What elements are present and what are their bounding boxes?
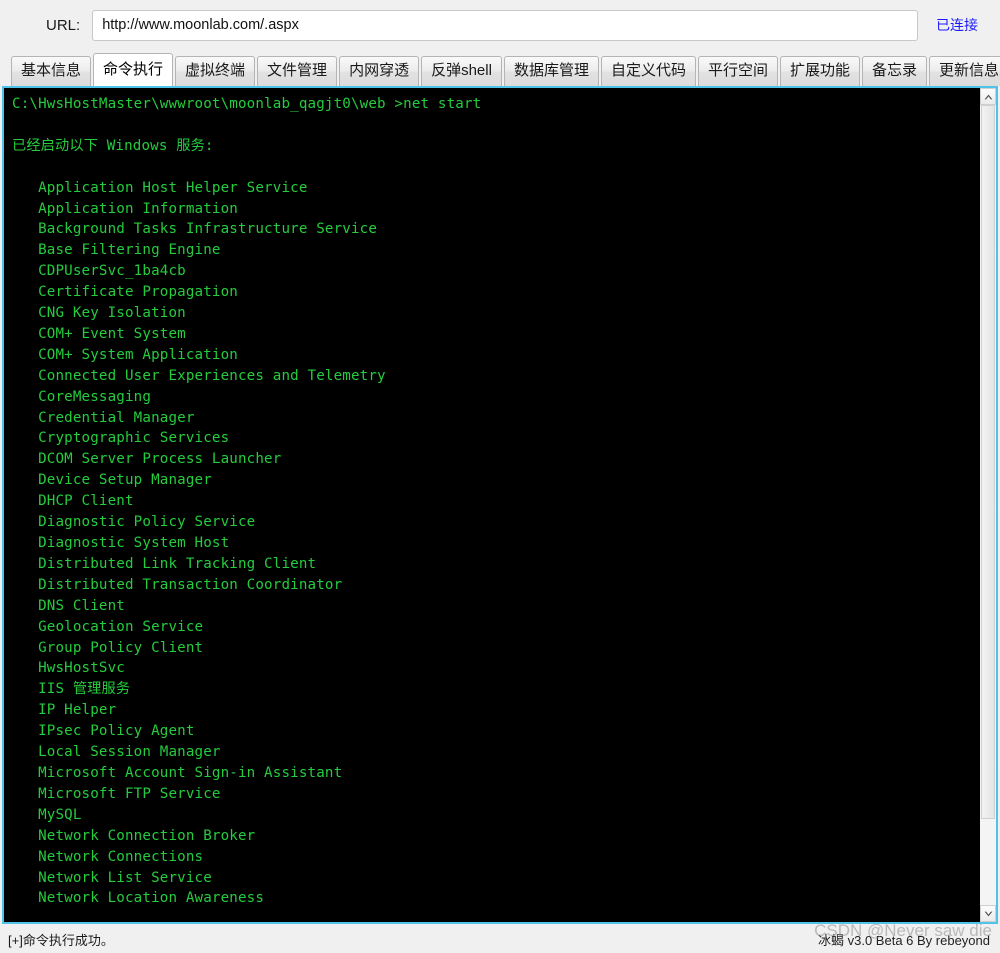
terminal-line: Application Host Helper Service [12,179,308,196]
terminal-scrollbar[interactable] [979,88,996,922]
tab-memo[interactable]: 备忘录 [862,56,928,86]
tab-database-manager[interactable]: 数据库管理 [503,56,599,86]
terminal-line: MySQL [12,806,82,823]
terminal-line: Application Information [12,200,238,217]
terminal-line: CoreMessaging [12,388,152,405]
terminal-line: IP Helper [12,702,117,719]
status-bar: [+]命令执行成功。 冰蝎 v3.0 Beta 6 By rebeyond [0,926,1000,953]
url-label: URL: [46,16,81,34]
tab-virtual-terminal[interactable]: 虚拟终端 [175,56,256,86]
tab-parallel-space[interactable]: 平行空间 [697,56,778,86]
terminal-line: Cryptographic Services [12,430,230,447]
terminal-line: C:\HwsHostMaster\wwwroot\moonlab_qagjt0\… [12,96,482,112]
terminal-line: Certificate Propagation [12,284,238,301]
tab-update-info[interactable]: 更新信息 [929,56,1000,86]
terminal-line: Local Session Manager [12,744,221,761]
terminal-line: DCOM Server Process Launcher [12,451,282,468]
terminal-line: Geolocation Service [12,618,204,635]
terminal-line: COM+ Event System [12,325,186,342]
tab-extensions[interactable]: 扩展功能 [779,56,860,86]
terminal-line: 已经启动以下 Windows 服务: [12,137,214,154]
terminal-line: Base Filtering Engine [12,242,221,259]
terminal-line: IIS 管理服务 [12,681,131,698]
terminal-line: Diagnostic Policy Service [12,514,256,531]
scroll-down-icon[interactable] [980,905,996,922]
terminal-panel: C:\HwsHostMaster\wwwroot\moonlab_qagjt0\… [2,86,998,924]
terminal-line: Distributed Transaction Coordinator [12,576,343,593]
connection-status-label: 已连接 [936,17,978,33]
version-label: 冰蝎 v3.0 Beta 6 By rebeyond [818,933,990,948]
terminal-line: Microsoft Account Sign-in Assistant [12,764,343,781]
tab-custom-code[interactable]: 自定义代码 [600,56,696,86]
url-input[interactable] [92,9,918,41]
tab-strip: 基本信息 命令执行 虚拟终端 文件管理 内网穿透 反弹shell 数据库管理 自… [0,50,1000,86]
terminal-line: Network Connection Broker [12,827,256,844]
terminal-line: Device Setup Manager [12,472,212,489]
terminal-line: HwsHostSvc [12,660,125,677]
terminal-line: Microsoft FTP Service [12,785,221,802]
terminal-line: Network Connections [12,848,204,865]
terminal-line: Connected User Experiences and Telemetry [12,367,386,384]
terminal-line: Network Location Awareness [12,890,265,907]
terminal-line: DHCP Client [12,493,134,510]
terminal-line: Credential Manager [12,409,195,426]
terminal-line: Distributed Link Tracking Client [12,555,317,572]
tab-intranet-tunnel[interactable]: 内网穿透 [339,56,420,86]
tab-basic-info[interactable]: 基本信息 [11,56,92,86]
tab-command-exec[interactable]: 命令执行 [93,53,174,86]
terminal-line: COM+ System Application [12,346,238,363]
scrollbar-track[interactable] [980,105,996,905]
url-bar: URL: 已连接 [0,0,1000,50]
terminal-output[interactable]: C:\HwsHostMaster\wwwroot\moonlab_qagjt0\… [4,88,979,922]
scroll-up-icon[interactable] [980,88,996,105]
terminal-line: Diagnostic System Host [12,535,230,551]
terminal-line: CDPUserSvc_1ba4cb [12,263,186,280]
terminal-line: Background Tasks Infrastructure Service [12,221,378,238]
terminal-line: Network List Service [12,869,212,886]
terminal-line: DNS Client [12,597,125,614]
tab-reverse-shell[interactable]: 反弹shell [421,56,502,86]
terminal-line: CNG Key Isolation [12,305,186,322]
terminal-line: Group Policy Client [12,639,204,656]
tab-file-manager[interactable]: 文件管理 [257,56,338,86]
status-message: [+]命令执行成功。 [8,933,114,948]
terminal-line: IPsec Policy Agent [12,723,195,740]
scrollbar-thumb[interactable] [981,105,995,819]
